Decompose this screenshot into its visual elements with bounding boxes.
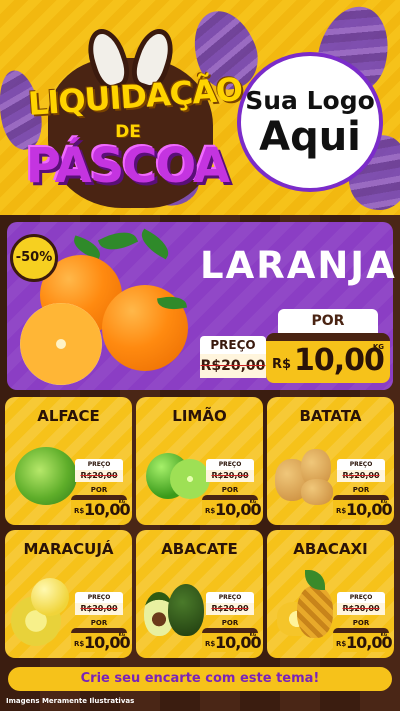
- product-name: ALFACE: [37, 407, 100, 425]
- preco-label: PREÇO: [337, 592, 385, 603]
- preco-label: PREÇO: [206, 592, 254, 603]
- new-price: R$ 10,00 KG: [333, 628, 393, 652]
- orange-slice-image: [20, 303, 102, 385]
- old-price: R$20,00: [337, 470, 385, 482]
- unit-label: KG: [118, 632, 125, 637]
- cta-banner[interactable]: Crie seu encarte com este tema!: [8, 667, 392, 691]
- currency-symbol: R$: [74, 640, 85, 648]
- por-label: POR: [90, 619, 108, 627]
- product-name: BATATA: [299, 407, 362, 425]
- new-price: R$ 10,00 KG: [71, 495, 131, 519]
- unit-label: KG: [380, 632, 387, 637]
- pineapple-image: [297, 586, 333, 638]
- lettuce-image: [15, 447, 77, 505]
- preco-label: PREÇO: [75, 459, 123, 470]
- avocado-image: [168, 584, 204, 636]
- header: LIQUIDAÇÃO DE PÁSCOA Sua Logo Aqui: [0, 0, 400, 215]
- new-price: R$ 10,00 KG: [333, 495, 393, 519]
- product-name: ABACAXI: [293, 540, 368, 558]
- product-name: MARACUJÁ: [23, 540, 114, 558]
- bunny-ears-icon: [80, 23, 180, 95]
- hero-old-price: R$20,00: [200, 354, 266, 378]
- sale-title: LIQUIDAÇÃO DE PÁSCOA: [26, 23, 243, 208]
- currency-symbol: R$: [272, 357, 292, 372]
- product-name: LIMÃO: [172, 407, 227, 425]
- hero-new-price: R$ 10,00 KG: [266, 333, 390, 383]
- currency-symbol: R$: [336, 507, 347, 515]
- por-label: POR: [352, 486, 370, 494]
- new-price: R$ 10,00 KG: [202, 628, 262, 652]
- old-price: R$20,00: [206, 470, 254, 482]
- unit-label: KG: [380, 499, 387, 504]
- old-price: R$20,00: [75, 603, 123, 615]
- currency-symbol: R$: [205, 507, 216, 515]
- title-line-3: PÁSCOA: [25, 138, 230, 194]
- preco-label: PREÇO: [75, 592, 123, 603]
- product-card: LIMÃO PREÇO R$20,00 POR R$ 10,00 KG: [136, 397, 263, 525]
- disclaimer-text: Imagens Meramente Ilustrativas: [6, 697, 135, 705]
- old-price: R$20,00: [206, 603, 254, 615]
- preco-label: PREÇO: [206, 459, 254, 470]
- por-label: POR: [352, 619, 370, 627]
- logo-text-line-2: Aqui: [259, 114, 361, 160]
- new-price: R$ 10,00 KG: [202, 495, 262, 519]
- unit-label: KG: [118, 499, 125, 504]
- currency-symbol: R$: [336, 640, 347, 648]
- unit-label: KG: [249, 499, 256, 504]
- product-name: ABACATE: [161, 540, 238, 558]
- product-card: ALFACE PREÇO R$20,00 POR R$ 10,00 KG: [5, 397, 132, 525]
- unit-label: KG: [372, 343, 384, 351]
- unit-label: KG: [249, 632, 256, 637]
- old-price: R$20,00: [75, 470, 123, 482]
- currency-symbol: R$: [205, 640, 216, 648]
- new-price: R$ 10,00 KG: [71, 628, 131, 652]
- currency-symbol: R$: [74, 507, 85, 515]
- preco-label: PREÇO: [337, 459, 385, 470]
- discount-badge: -50%: [10, 234, 58, 282]
- por-label: POR: [221, 619, 239, 627]
- por-label: POR: [90, 486, 108, 494]
- lime-slice-image: [170, 459, 210, 499]
- product-card: BATATA PREÇO R$20,00 POR R$ 10,00 KG: [267, 397, 394, 525]
- product-card: ABACATE PREÇO R$20,00 POR R$ 10,00 KG: [136, 530, 263, 658]
- potato-image: [301, 479, 333, 505]
- por-label: POR: [221, 486, 239, 494]
- logo-text-line-1: Sua Logo: [245, 86, 375, 115]
- flyer: LIQUIDAÇÃO DE PÁSCOA Sua Logo Aqui -50% …: [0, 0, 400, 711]
- hero-por-label: POR: [278, 309, 378, 333]
- old-price: R$20,00: [337, 603, 385, 615]
- product-card: ABACAXI PREÇO R$20,00 POR R$ 10,00 KG: [267, 530, 394, 658]
- product-card: MARACUJÁ PREÇO R$20,00 POR R$ 10,00 KG: [5, 530, 132, 658]
- passion-fruit-image: [31, 578, 69, 616]
- hero-product-name: LARANJA: [200, 244, 397, 287]
- logo-placeholder: Sua Logo Aqui: [237, 52, 383, 192]
- hero-preco-label: PREÇO: [200, 336, 266, 354]
- price-value: 10,00: [294, 343, 385, 378]
